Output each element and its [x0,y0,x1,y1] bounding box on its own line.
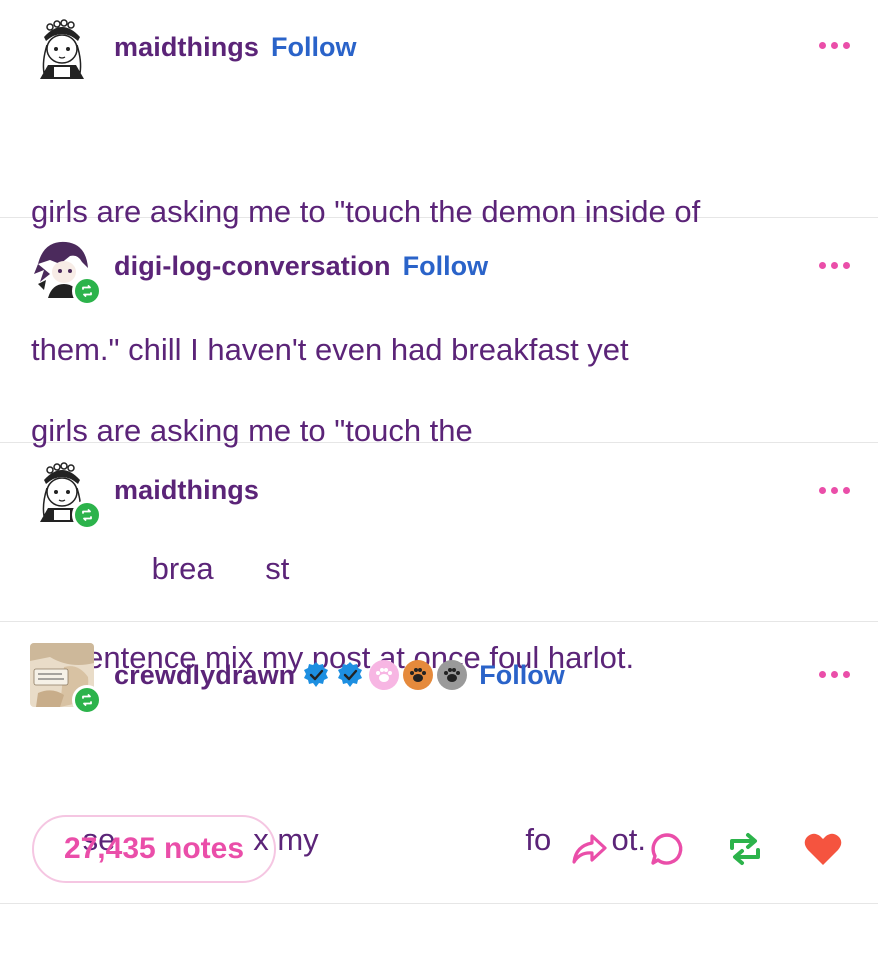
notes-count-button[interactable]: 27,435 notes [32,815,276,883]
post-header: digi-log-conversation Follow [30,231,488,306]
verified-star-badge[interactable] [335,660,365,690]
follow-button[interactable]: Follow [403,251,488,282]
follow-button[interactable]: Follow [479,660,564,691]
post-header: maidthings [30,455,259,530]
verified-check-badge[interactable] [301,660,331,690]
painting-avatar-icon[interactable] [30,643,102,715]
share-icon[interactable] [568,828,610,870]
post-header: crewdlydrawn Follow [30,640,565,715]
pink-paw-badge[interactable] [369,660,400,690]
more-options-icon[interactable] [819,262,850,269]
post-header: maidthings Follow [30,12,357,82]
post-3: maidthings Unsentence mix my post at onc… [0,443,878,675]
reblog-icon[interactable] [724,828,766,870]
more-options-icon[interactable] [819,42,850,49]
maid-avatar-icon[interactable] [30,458,102,530]
username[interactable]: maidthings [114,32,259,63]
post-actions [568,828,844,870]
username[interactable]: maidthings [114,475,259,506]
orange-paw-badge[interactable] [403,660,434,690]
anime-avatar-icon[interactable] [30,234,102,306]
follow-button[interactable]: Follow [271,32,356,63]
username[interactable]: crewdlydrawn [114,660,295,691]
maid-avatar-icon[interactable] [30,15,94,79]
post-1: maidthings Follow girls are asking me to… [0,0,878,367]
reblog-badge-icon [72,276,102,306]
post-2: digi-log-conversation Follow girls are a… [0,218,878,586]
reblog-badge-icon [72,685,102,715]
reply-icon[interactable] [646,828,688,870]
username[interactable]: digi-log-conversation [114,251,391,282]
reblog-badge-icon [72,500,102,530]
more-options-icon[interactable] [819,487,850,494]
more-options-icon[interactable] [819,671,850,678]
user-badges [301,660,468,690]
like-icon[interactable] [802,828,844,870]
black-paw-badge[interactable] [437,660,468,690]
